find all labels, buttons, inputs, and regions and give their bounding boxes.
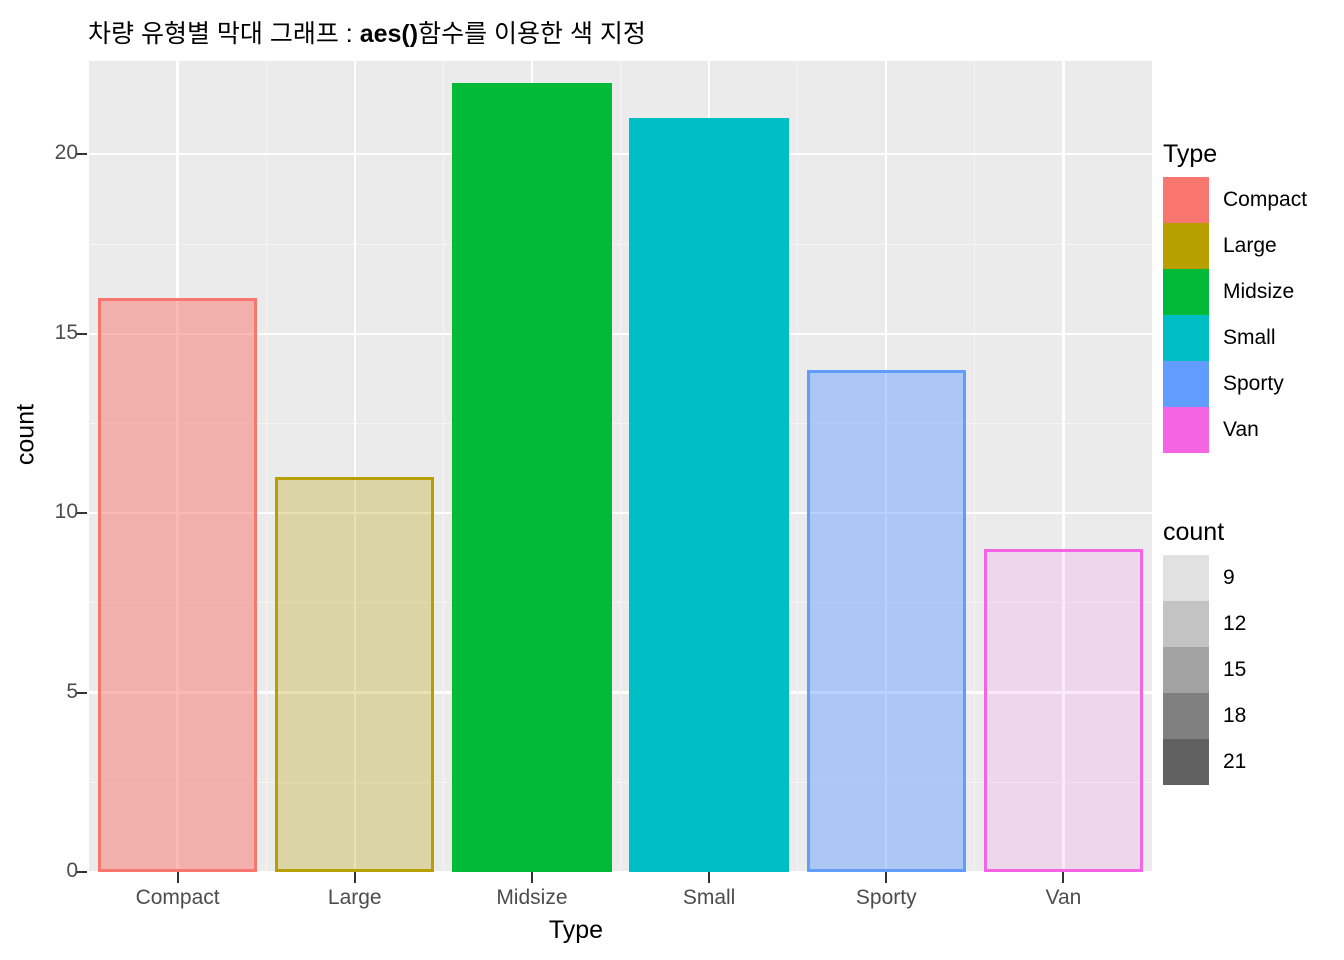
bar-compact[interactable]	[97, 297, 258, 872]
x-tick-label-van: Van	[1045, 886, 1082, 909]
x-tick-label-small: Small	[682, 886, 736, 909]
x-axis-title: Type	[548, 916, 604, 944]
legend-type: Type Compact Large Midsize Small Sporty Van	[1163, 140, 1307, 453]
legend-swatch-large	[1163, 223, 1209, 269]
legend-type-row[interactable]: Small	[1163, 315, 1307, 361]
legend-count-label-18: 18	[1223, 704, 1247, 727]
legend-type-row[interactable]: Van	[1163, 407, 1307, 453]
legend-swatch-van	[1163, 407, 1209, 453]
y-tick-label: 0	[66, 859, 78, 882]
legend-gradient-swatch-21	[1163, 739, 1209, 785]
legend-type-row[interactable]: Sporty	[1163, 361, 1307, 407]
legend-type-row[interactable]: Midsize	[1163, 269, 1307, 315]
gridline-minor-x	[797, 61, 799, 872]
x-tick-label-midsize: Midsize	[496, 886, 568, 909]
bar-small[interactable]	[629, 118, 789, 872]
legend-label-compact: Compact	[1223, 188, 1308, 211]
legend-count-title: count	[1163, 518, 1225, 546]
gridline-minor-x	[442, 61, 444, 872]
x-tick-mark	[530, 872, 533, 883]
legend-swatch-compact	[1163, 177, 1209, 223]
x-tick-mark	[176, 872, 179, 883]
gridline-minor-x	[974, 61, 976, 872]
legend-label-large: Large	[1223, 234, 1277, 257]
y-tick-label: 5	[66, 679, 78, 703]
bar-sporty[interactable]	[806, 369, 966, 872]
x-tick-mark	[708, 872, 711, 883]
page-title: 차량 유형별 막대 그래프 : aes()함수를 이용한 색 지정	[88, 14, 646, 50]
legend-count-items: 9 12 15 18 21	[1163, 555, 1246, 785]
plot-panel	[89, 61, 1152, 872]
legend-count-row[interactable]: 15	[1163, 647, 1246, 693]
legend-count-label-9: 9	[1223, 566, 1235, 589]
x-tick-label-large: Large	[327, 886, 382, 909]
legend-count-row[interactable]: 9	[1163, 555, 1246, 601]
y-tick-label: 10	[54, 500, 78, 524]
legend-label-midsize: Midsize	[1223, 280, 1295, 303]
legend-swatch-sporty	[1163, 361, 1209, 407]
gridline-minor-x	[265, 61, 267, 872]
legend-swatch-midsize	[1163, 269, 1209, 315]
y-tick-label: 15	[54, 320, 78, 344]
legend-count: count 9 12 15 18 21	[1163, 518, 1246, 785]
y-axis-title: count	[11, 403, 40, 466]
legend-label-sporty: Sporty	[1223, 372, 1284, 395]
legend-gradient-swatch-12	[1163, 601, 1209, 647]
legend-count-label-21: 21	[1223, 750, 1247, 773]
x-tick-mark	[885, 872, 888, 883]
ggplot-figure: 차량 유형별 막대 그래프 : aes()함수를 이용한 색 지정 0 5 10 15…	[0, 0, 1344, 960]
x-tick-mark	[353, 872, 356, 883]
title-code: aes()	[359, 20, 419, 48]
legend-gradient-swatch-9	[1163, 555, 1209, 601]
legend-gradient-swatch-15	[1163, 647, 1209, 693]
legend-type-row[interactable]: Compact	[1163, 177, 1307, 223]
legend-count-row[interactable]: 18	[1163, 693, 1246, 739]
title-prefix: 차량 유형별 막대 그래프 :	[88, 20, 360, 48]
legend-count-label-15: 15	[1223, 658, 1247, 681]
title-suffix: 함수를 이용한 색 지정	[418, 20, 646, 48]
x-tick-mark	[1062, 872, 1065, 883]
legend-label-van: Van	[1223, 418, 1259, 441]
legend-type-items: Compact Large Midsize Small Sporty Van	[1163, 177, 1307, 453]
bar-van[interactable]	[983, 549, 1144, 872]
bar-midsize[interactable]	[452, 82, 612, 872]
legend-label-small: Small	[1223, 326, 1276, 349]
x-tick-label-compact: Compact	[135, 886, 220, 909]
bar-large[interactable]	[275, 477, 435, 872]
legend-count-row[interactable]: 21	[1163, 739, 1246, 785]
legend-gradient-swatch-18	[1163, 693, 1209, 739]
legend-type-row[interactable]: Large	[1163, 223, 1307, 269]
legend-count-label-12: 12	[1223, 612, 1247, 635]
gridline-minor-x	[619, 61, 622, 872]
legend-count-row[interactable]: 12	[1163, 601, 1246, 647]
legend-type-title: Type	[1163, 140, 1218, 168]
y-tick-label: 20	[54, 141, 78, 165]
legend-swatch-small	[1163, 315, 1209, 361]
x-tick-label-sporty: Sporty	[855, 886, 917, 909]
